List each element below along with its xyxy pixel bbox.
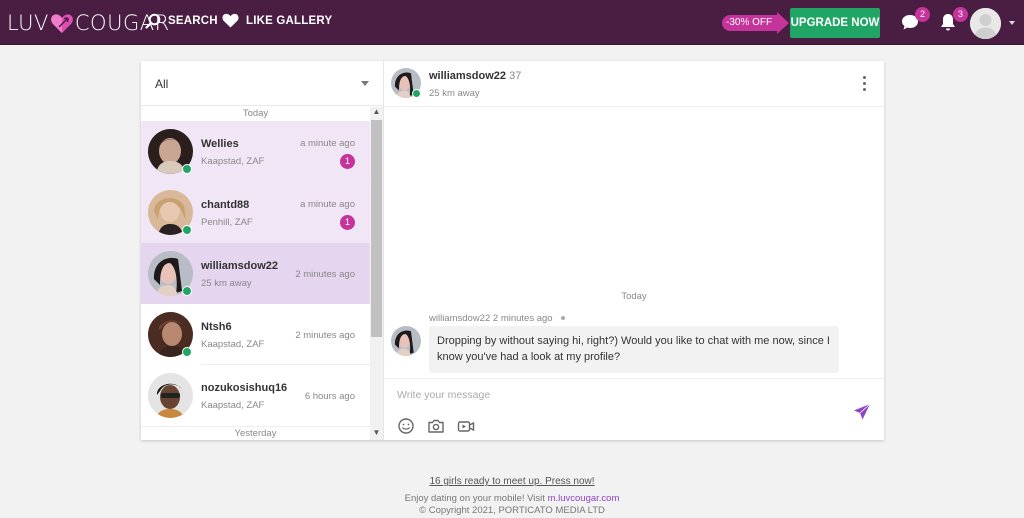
chat-pane: williamsdow22 37 25 km away Today willia…	[384, 61, 884, 440]
messenger-panel: All Today Wellies Kaapstad, ZAF a minute…	[141, 61, 884, 440]
conversation-list-scrollbar[interactable]: ▲ ▼	[370, 107, 383, 440]
unread-count-badge: 1	[340, 154, 355, 169]
message-day-separator: Today	[621, 291, 647, 302]
chat-header: williamsdow22 37 25 km away	[384, 61, 884, 107]
online-status-dot	[182, 286, 192, 296]
conversation-time: 2 minutes ago	[295, 330, 355, 341]
message-sender: williamsdow22	[429, 313, 491, 324]
notifications-button[interactable]: 3	[938, 7, 968, 34]
mobile-site-link[interactable]: m.luvcougar.com	[548, 493, 620, 504]
conversation-time: 2 minutes ago	[295, 269, 355, 280]
chevron-down-icon	[361, 81, 369, 86]
conversation-name: williamsdow22	[201, 260, 279, 272]
scrollbar-thumb[interactable]	[371, 120, 382, 337]
heart-icon	[222, 13, 239, 28]
message-sender-avatar[interactable]	[391, 326, 421, 356]
mobile-promo-text: Enjoy dating on your mobile! Visit	[404, 493, 548, 504]
chat-partner-age: 37	[509, 70, 522, 82]
nav-like-gallery-link[interactable]: LIKE GALLERY	[222, 13, 332, 28]
day-separator-yesterday: Yesterday	[141, 426, 370, 440]
nav-search-label: SEARCH	[168, 15, 218, 27]
conversation-filter-select[interactable]: All	[141, 61, 383, 106]
emoji-icon[interactable]	[397, 417, 415, 435]
chat-partner-distance: 25 km away	[429, 88, 480, 99]
online-status-dot	[182, 225, 192, 235]
discount-tag[interactable]: -30% OFF	[722, 12, 790, 34]
message-time: 2 minutes ago	[492, 313, 553, 324]
promo-link[interactable]: 16 girls ready to meet up. Press now!	[429, 476, 594, 487]
online-status-dot	[182, 347, 192, 357]
conversation-location: Kaapstad, ZAF	[201, 156, 265, 167]
message-bubble: Dropping by without saying hi, right?) W…	[429, 326, 839, 373]
conversation-item[interactable]: nozukosishuq16 Kaapstad, ZAF 6 hours ago	[141, 365, 370, 426]
chat-partner-name[interactable]: williamsdow22 37	[429, 70, 521, 82]
copyright-text: © Copyright 2021, PORTICATO MEDIA LTD	[419, 505, 605, 516]
online-status-dot	[412, 89, 421, 98]
conversation-time: 6 hours ago	[304, 391, 355, 402]
conversation-time: a minute ago	[300, 138, 355, 149]
online-status-dot	[182, 164, 192, 174]
conversation-sidebar: All Today Wellies Kaapstad, ZAF a minute…	[141, 61, 384, 440]
message-meta: williamsdow22 2 minutes ago	[429, 313, 566, 324]
upgrade-now-button[interactable]: UPGRADE NOW	[790, 8, 880, 38]
messages-button[interactable]: 2	[900, 7, 930, 34]
notifications-count-badge: 3	[953, 7, 968, 22]
discount-label: -30% OFF	[722, 15, 778, 31]
conversation-name: Ntsh6	[201, 321, 232, 333]
mobile-promo: Enjoy dating on your mobile! Visit m.luv…	[0, 493, 1024, 505]
conversation-name: Wellies	[201, 138, 239, 150]
camera-icon[interactable]	[427, 417, 445, 435]
message-composer	[384, 378, 884, 440]
top-navigation-bar: LUV COUGAR SEARCH LIKE GALLERY -30% OFF …	[0, 0, 1024, 45]
message-input[interactable]	[397, 387, 837, 403]
video-camera-icon[interactable]	[457, 417, 475, 435]
avatar	[148, 373, 193, 418]
conversation-item[interactable]: Wellies Kaapstad, ZAF a minute ago 1	[141, 121, 370, 182]
conversation-name: chantd88	[201, 199, 250, 211]
conversation-item-active[interactable]: williamsdow22 25 km away 2 minutes ago	[141, 243, 370, 304]
conversation-list: Today Wellies Kaapstad, ZAF a minute ago…	[141, 107, 370, 440]
unread-count-badge: 1	[340, 215, 355, 230]
conversation-item[interactable]: Ntsh6 Kaapstad, ZAF 2 minutes ago	[141, 304, 370, 365]
send-icon[interactable]	[853, 403, 871, 421]
conversation-location: Kaapstad, ZAF	[201, 400, 265, 411]
conversation-location: Penhill, ZAF	[201, 217, 253, 228]
user-avatar-menu[interactable]	[970, 8, 1001, 39]
scroll-up-arrow-icon[interactable]: ▲	[370, 107, 383, 119]
conversation-item[interactable]: chantd88 Penhill, ZAF a minute ago 1	[141, 182, 370, 243]
user-avatar-icon	[970, 8, 1001, 39]
page-footer: 16 girls ready to meet up. Press now! En…	[0, 476, 1024, 517]
chat-partner-username: williamsdow22	[429, 70, 507, 82]
search-icon	[145, 13, 161, 29]
more-options-icon[interactable]	[861, 76, 867, 92]
conversation-location: 25 km away	[201, 278, 252, 289]
message-status-dot-icon	[561, 316, 566, 321]
filter-selected-value: All	[155, 77, 169, 91]
conversation-name: nozukosishuq16	[201, 382, 288, 394]
nav-search-link[interactable]: SEARCH	[145, 13, 218, 29]
conversation-location: Kaapstad, ZAF	[201, 339, 265, 350]
user-menu-caret-icon[interactable]	[1009, 21, 1015, 25]
conversation-time: a minute ago	[300, 199, 355, 210]
discount-arrow-icon	[777, 12, 790, 34]
logo-text-left: LUV	[7, 11, 49, 35]
messages-count-badge: 2	[915, 7, 930, 22]
scroll-down-arrow-icon[interactable]: ▼	[370, 428, 383, 440]
nav-like-gallery-label: LIKE GALLERY	[246, 14, 333, 27]
logo-heart-icon	[50, 12, 74, 34]
day-separator-today: Today	[141, 107, 370, 121]
